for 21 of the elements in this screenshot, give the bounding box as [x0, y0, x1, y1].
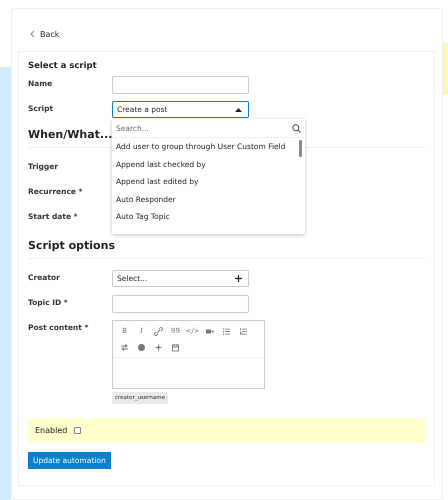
- input-field[interactable]: [112, 76, 249, 94]
- scrollbar-thumb[interactable]: [299, 140, 302, 157]
- link-icon: [154, 326, 163, 336]
- video-camera-icon: [205, 326, 214, 336]
- input-field[interactable]: [112, 295, 249, 313]
- section-heading: When/What...: [28, 128, 112, 141]
- checkbox-label: Enabled: [35, 426, 68, 435]
- chevron-left-icon: [30, 30, 35, 38]
- plus-icon: [235, 275, 242, 282]
- bulleted-list-icon: [222, 326, 231, 336]
- checkbox[interactable]: [74, 427, 82, 434]
- caret-up-icon: [235, 108, 242, 112]
- arrows-icon: [120, 342, 129, 352]
- back-link[interactable]: Back: [30, 28, 60, 40]
- section-heading: Select a script: [28, 61, 98, 71]
- section-heading: Script options: [28, 239, 115, 252]
- search-icon: [292, 124, 301, 132]
- sparkle-icon: [154, 342, 163, 352]
- calendar-icon: [171, 342, 180, 352]
- numbered-list-icon: [239, 326, 248, 336]
- circle-icon: [137, 342, 146, 352]
